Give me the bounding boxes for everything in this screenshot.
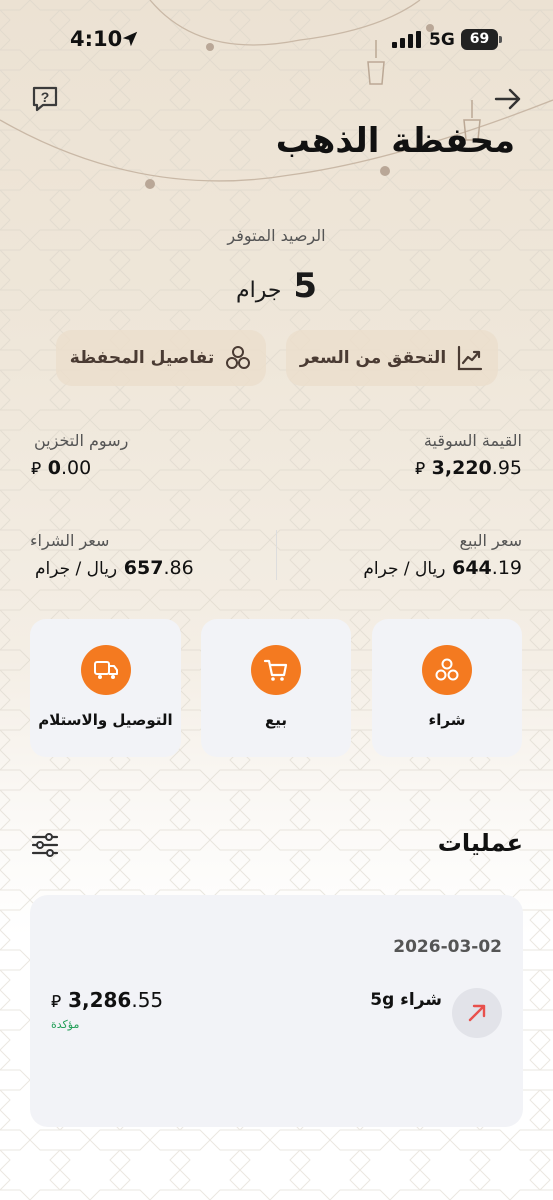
storage-fees-label: رسوم التخزين: [34, 431, 129, 450]
buy-price-label: سعر الشراء: [30, 531, 110, 550]
battery-icon: 69: [461, 29, 503, 50]
balance-label: الرصيد المتوفر: [227, 226, 326, 245]
delivery-action-button[interactable]: التوصيل والاستلام: [30, 619, 181, 757]
riyal-icon: ⃁: [51, 992, 62, 1012]
transaction-date: 2026-03-02: [393, 937, 502, 957]
arrow-up-right-icon: [468, 1004, 486, 1022]
market-value: ⃁ 3,220.95: [414, 457, 522, 479]
chart-line-icon: [458, 345, 483, 371]
storage-fees: ⃁ 0.00: [31, 457, 92, 479]
network-type: 5G: [429, 30, 455, 50]
stats-divider: [276, 530, 277, 580]
riyal-icon: ⃁: [31, 459, 42, 479]
filter-sliders-icon[interactable]: [31, 832, 59, 858]
buy-action-label: شراء: [428, 711, 466, 729]
gold-bars-icon: [226, 346, 251, 369]
cart-icon: [263, 659, 288, 681]
balance-value: 5 جرام: [0, 266, 553, 306]
battery-level: 69: [461, 29, 498, 50]
check-price-label: التحقق من السعر: [299, 348, 447, 368]
buy-action-button[interactable]: شراء: [372, 619, 522, 757]
buy-price: 657.86 ريال / جرام: [35, 557, 194, 579]
operations-title: عمليات: [437, 829, 523, 857]
check-price-button[interactable]: التحقق من السعر: [286, 330, 498, 386]
arrow-right-icon[interactable]: [493, 86, 523, 112]
delivery-truck-icon: [93, 661, 118, 679]
page-title: محفظة الذهب: [275, 121, 515, 161]
location-arrow-icon: [122, 31, 138, 47]
sell-price-label: سعر البيع: [459, 531, 522, 550]
sell-action-label: بيع: [264, 711, 287, 729]
riyal-icon: ⃁: [414, 459, 426, 479]
balance-unit: جرام: [236, 278, 282, 303]
transaction-amount: ⃁ 3,286.55: [51, 988, 164, 1012]
delivery-action-label: التوصيل والاستلام: [38, 711, 173, 729]
transaction-type-icon: [452, 988, 502, 1038]
wallet-details-button[interactable]: تفاصيل المحفظة: [56, 330, 266, 386]
status-time: 4:10: [70, 27, 123, 51]
transaction-title: شراء 5g: [370, 990, 442, 1010]
gold-coins-icon: [435, 658, 459, 681]
market-value-label: القيمة السوقية: [423, 431, 522, 450]
transaction-status: مؤكدة: [51, 1018, 80, 1031]
sell-price: 644.19 ريال / جرام: [363, 557, 522, 579]
wallet-details-label: تفاصيل المحفظة: [69, 348, 215, 368]
help-chat-icon[interactable]: ?: [30, 84, 60, 114]
svg-text:?: ?: [41, 89, 50, 105]
signal-icon: [392, 31, 421, 48]
balance-amount: 5: [293, 266, 317, 306]
sell-action-button[interactable]: بيع: [201, 619, 351, 757]
